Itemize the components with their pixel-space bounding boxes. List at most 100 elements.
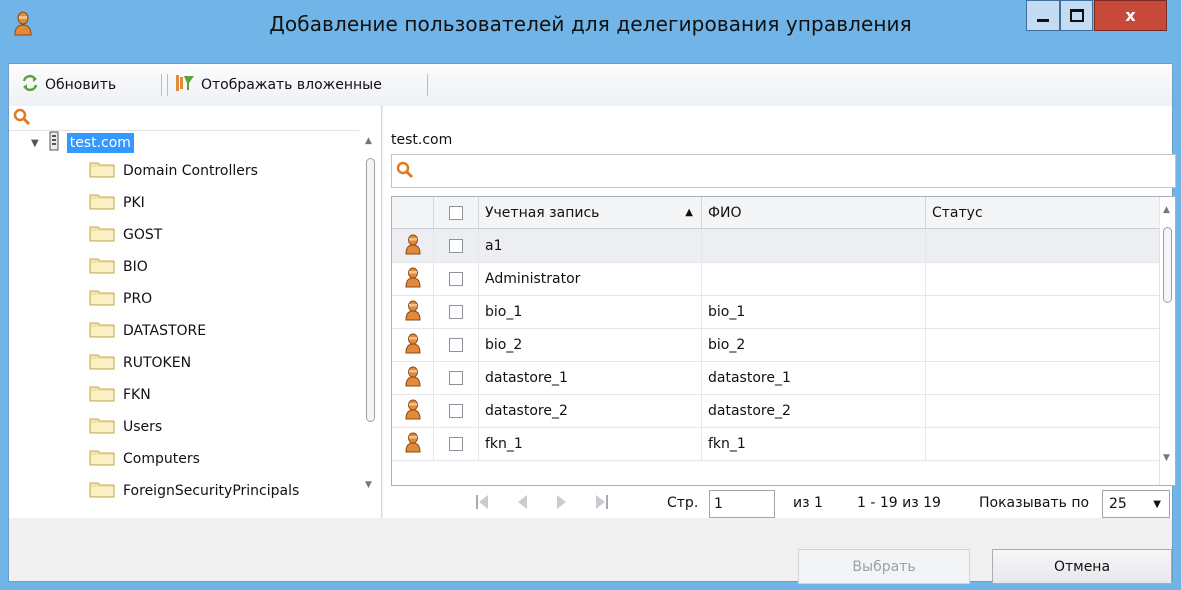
table-row[interactable]: datastore_1 datastore_1 (392, 361, 1159, 395)
tree-item-label: PKI (123, 195, 145, 211)
tree-item[interactable]: PRO (89, 284, 152, 314)
tree-item-label: BIO (123, 259, 148, 275)
row-checkbox[interactable] (449, 403, 463, 418)
tree-search[interactable] (9, 106, 381, 131)
row-checkbox[interactable] (449, 271, 463, 286)
search-icon (396, 161, 414, 183)
tree-item-label: Users (123, 419, 163, 435)
account-cell: fkn_1 (479, 427, 702, 460)
refresh-button[interactable]: Обновить (21, 72, 116, 98)
row-icon-cell (392, 394, 434, 427)
tree-item[interactable]: DATASTORE (89, 316, 206, 346)
folder-icon (89, 192, 115, 214)
first-page-icon (475, 494, 489, 514)
search-icon (13, 108, 31, 130)
header-fio[interactable]: ФИО (702, 197, 926, 228)
select-button[interactable]: Выбрать (798, 549, 970, 584)
maximize-button[interactable] (1060, 0, 1093, 31)
table-row[interactable]: fkn_1 fkn_1 (392, 427, 1159, 461)
minimize-icon (1037, 19, 1049, 22)
row-checkbox[interactable] (449, 436, 463, 451)
row-icon-cell (392, 361, 434, 394)
minimize-button[interactable] (1026, 0, 1060, 31)
table-row[interactable]: a1 (392, 229, 1159, 263)
server-icon (47, 131, 61, 155)
tree-item-label: GOST (123, 227, 163, 243)
tree-item[interactable]: ForeignSecurityPrincipals (89, 476, 299, 506)
tree-root[interactable]: ▼ test.com (31, 131, 134, 155)
grid-header: Учетная запись ▲ ФИО Статус (392, 197, 1159, 229)
nested-filter-icon (175, 73, 195, 97)
user-icon (404, 233, 422, 259)
current-path: test.com (391, 132, 453, 148)
tree-item[interactable]: GOST (89, 220, 162, 250)
tree-item[interactable]: Users (89, 412, 162, 442)
scroll-down-icon[interactable]: ▼ (1163, 453, 1170, 463)
table-row[interactable]: bio_2 bio_2 (392, 328, 1159, 362)
chevron-down-icon: ▼ (1153, 498, 1161, 510)
account-cell: datastore_1 (479, 361, 702, 394)
row-checkbox[interactable] (449, 304, 463, 319)
row-checkbox[interactable] (449, 370, 463, 385)
header-status[interactable]: Статус (926, 197, 1159, 228)
last-page-icon (595, 494, 609, 514)
tree-item[interactable]: Domain Controllers (89, 156, 258, 186)
tree-item[interactable]: FKN (89, 380, 151, 410)
toolbar: Обновить Отображать вложенные (9, 64, 1172, 107)
maximize-icon (1069, 9, 1084, 22)
last-page-button[interactable] (593, 494, 611, 514)
close-button[interactable]: x (1094, 0, 1167, 31)
scroll-down-icon[interactable]: ▼ (365, 480, 372, 490)
tree-item-label: Computers (123, 451, 200, 467)
scroll-up-icon[interactable]: ▲ (365, 136, 372, 146)
tree-item-label: ForeignSecurityPrincipals (123, 483, 300, 499)
grid-search-input[interactable] (391, 154, 1176, 188)
select-all-checkbox[interactable] (449, 205, 463, 220)
previous-page-button[interactable] (513, 494, 531, 514)
page-size-label: Показывать по (979, 495, 1090, 511)
first-page-button[interactable] (473, 494, 491, 514)
header-account[interactable]: Учетная запись ▲ (479, 197, 702, 228)
title-bar[interactable]: Добавление пользователей для делегирован… (0, 0, 1181, 63)
fio-cell: fkn_1 (702, 427, 926, 460)
page-number-input[interactable]: 1 (709, 490, 775, 518)
account-cell: datastore_2 (479, 394, 702, 427)
dialog-window: Добавление пользователей для делегирован… (0, 0, 1181, 590)
scroll-up-icon[interactable]: ▲ (1163, 205, 1170, 215)
header-status-label: Статус (932, 204, 983, 221)
expand-arrow-icon[interactable]: ▼ (31, 138, 39, 149)
table-row[interactable]: datastore_2 datastore_2 (392, 394, 1159, 428)
tree-item[interactable]: BIO (89, 252, 148, 282)
folder-icon (89, 224, 115, 246)
tree-scrollbar[interactable]: ▲ ▼ (359, 130, 381, 518)
table-row[interactable]: Administrator (392, 262, 1159, 296)
row-checkbox[interactable] (449, 238, 463, 253)
grid-scrollbar[interactable]: ▲ ▼ (1159, 197, 1175, 485)
folder-icon (89, 416, 115, 438)
folder-icon (89, 384, 115, 406)
header-select-all[interactable] (434, 197, 479, 228)
grid-scroll-thumb[interactable] (1163, 227, 1172, 303)
row-checkbox[interactable] (449, 337, 463, 352)
folder-icon (89, 320, 115, 342)
tree-root-label: test.com (66, 133, 134, 153)
tree-item[interactable]: RUTOKEN (89, 348, 191, 378)
table-row[interactable]: bio_1 bio_1 (392, 295, 1159, 329)
tree-item[interactable]: PKI (89, 188, 145, 218)
user-icon (404, 365, 422, 391)
tree-item-label: Domain Controllers (123, 163, 258, 179)
users-panel: test.com Учетная запись ▲ ФИО Статус a1 … (383, 106, 1176, 518)
folder-icon (89, 256, 115, 278)
header-account-label: Учетная запись (485, 204, 600, 221)
cancel-button[interactable]: Отмена (992, 549, 1172, 584)
show-nested-button[interactable]: Отображать вложенные (175, 72, 382, 98)
tree-item-label: FKN (123, 387, 151, 403)
folder-icon (89, 448, 115, 470)
close-icon: x (1125, 6, 1136, 25)
page-size-select[interactable]: 25 ▼ (1102, 490, 1170, 518)
next-page-button[interactable] (553, 494, 571, 514)
tree-item-label: PRO (123, 291, 153, 307)
tree-scroll-thumb[interactable] (366, 158, 375, 422)
status-cell (926, 229, 1159, 262)
tree-item[interactable]: Computers (89, 444, 200, 474)
